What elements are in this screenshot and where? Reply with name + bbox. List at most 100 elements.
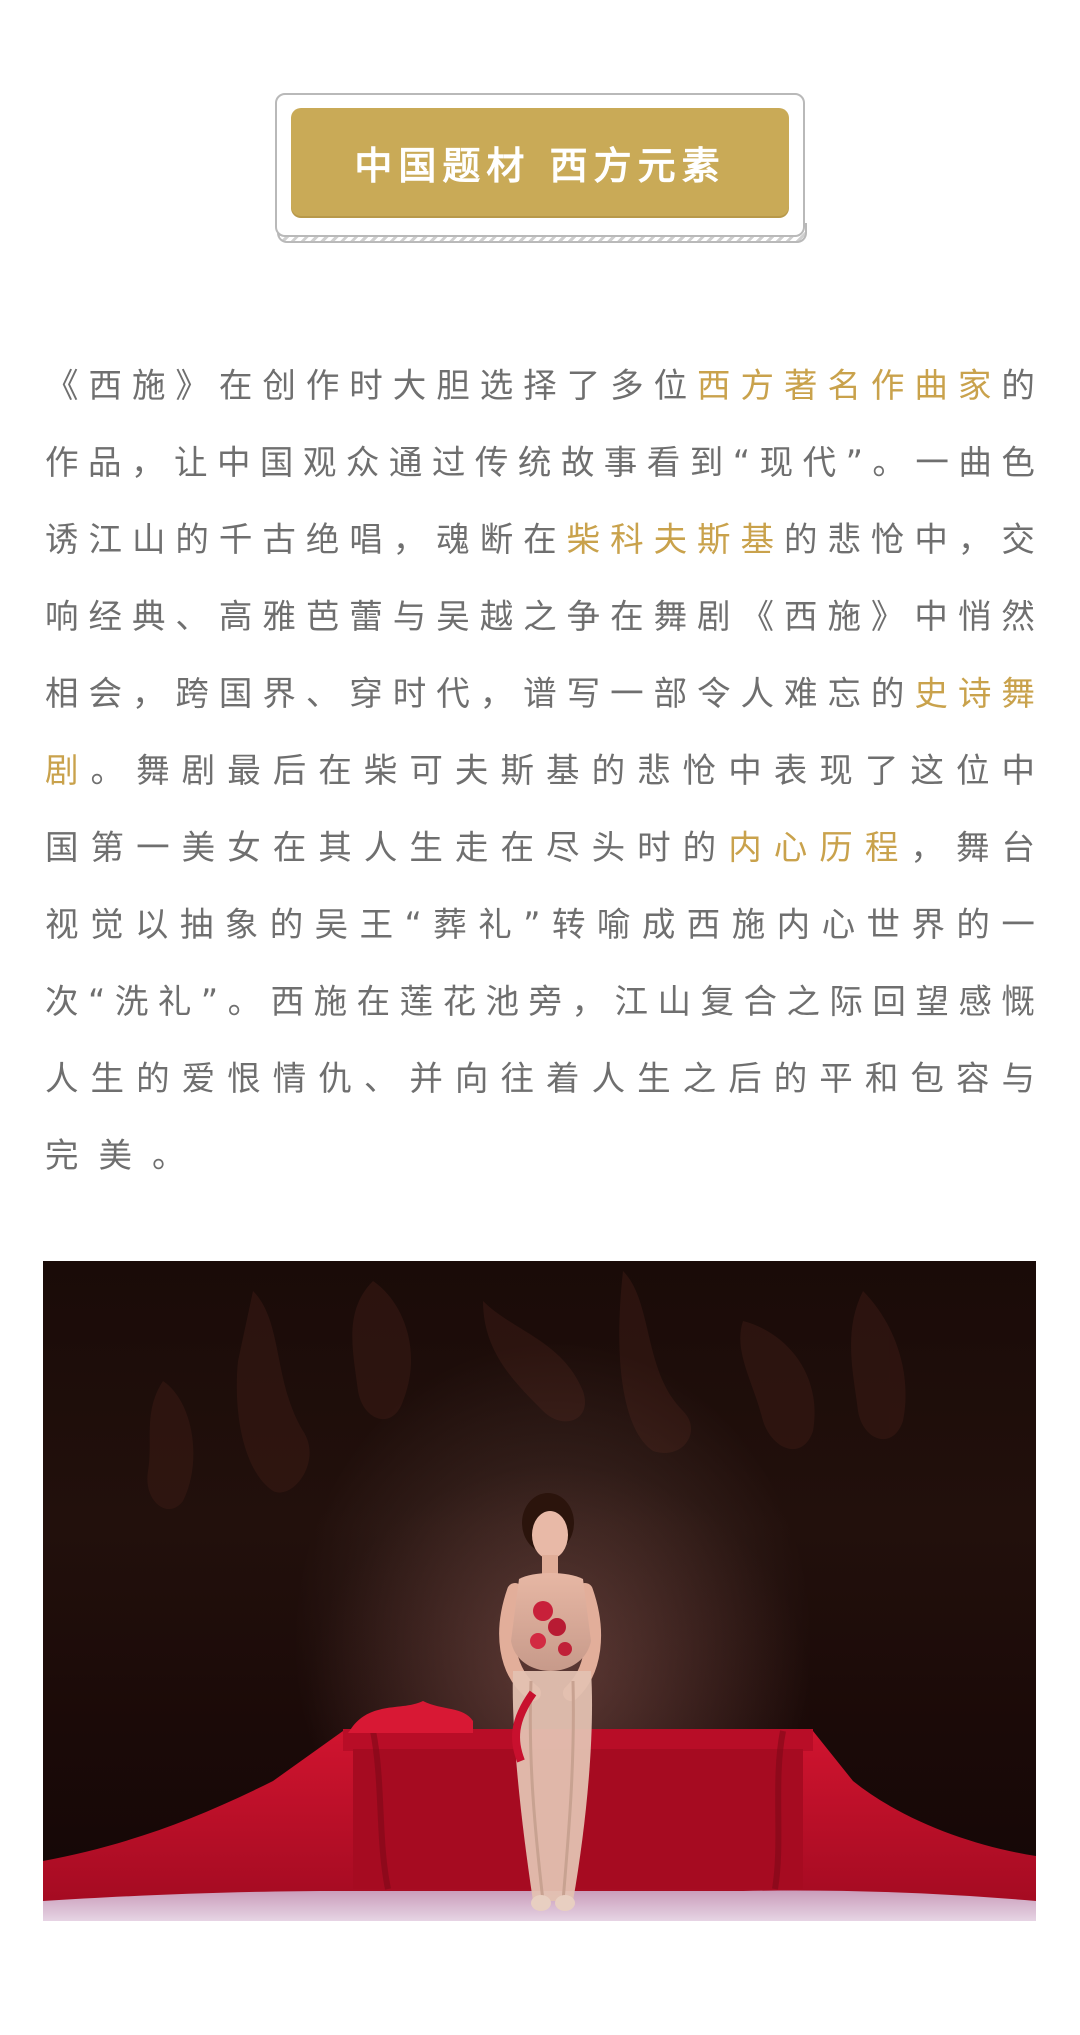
text-char: 让 (173, 443, 208, 482)
highlighted-text-char: 西 (697, 366, 731, 405)
text-char: 成 (641, 905, 676, 944)
text-char: 国 (259, 443, 294, 482)
text-char: 着 (546, 1059, 580, 1098)
text-char: 悲 (827, 520, 861, 559)
text-char: ， (571, 982, 606, 1021)
text-char: 人 (740, 674, 775, 713)
highlighted-text-char: 曲 (914, 366, 948, 405)
text-char: 舞 (653, 597, 688, 636)
text-char: 中 (216, 443, 251, 482)
text-char: 观 (302, 443, 337, 482)
text-char: 雅 (262, 597, 296, 636)
text-char: 、 (305, 674, 340, 713)
text-char: 交 (1001, 520, 1035, 559)
text-char: 争 (566, 597, 601, 636)
text-char: 、 (175, 597, 209, 636)
text-char: 响 (45, 597, 79, 636)
text-char: 之 (523, 597, 557, 636)
text-char: 了 (864, 751, 899, 790)
text-char: 《 (45, 366, 79, 405)
text-char: 复 (700, 982, 734, 1021)
text-char: 择 (523, 366, 557, 405)
text-char: “ (732, 443, 751, 482)
text-char: “ (87, 982, 106, 1021)
stage-photo-illustration (43, 1271, 1036, 1921)
text-char: 际 (829, 982, 863, 1021)
text-char: 》 (870, 597, 905, 636)
text-char: “ (404, 905, 422, 944)
text-char: 西 (88, 366, 122, 405)
text-char: 古 (262, 520, 296, 559)
text-char: 西 (270, 982, 305, 1021)
text-char: 时 (637, 828, 671, 867)
text-char: 施 (731, 905, 766, 944)
text-char: 一 (610, 674, 644, 713)
text-char: 事 (603, 443, 638, 482)
text-char: 写 (566, 674, 601, 713)
text-char: 令 (697, 674, 731, 713)
text-char: 后 (272, 751, 307, 790)
text-char: 在 (500, 828, 534, 867)
text-char: ， (130, 443, 165, 482)
text-char: 心 (821, 905, 856, 944)
text-char: 生 (90, 1059, 125, 1098)
paragraph-line: 作品，让中国观众通过传统故事看到“现代”。一曲色作品，让中国观众通过传统故事看到… (45, 424, 1035, 501)
text-char: 到 (689, 443, 724, 482)
text-char: 。 (872, 443, 906, 482)
text-char: 女 (227, 828, 261, 867)
text-char: 多 (610, 366, 644, 405)
text-char: 西 (686, 905, 721, 944)
paragraph-line: 人生的爱恨情仇、并向往着人生之后的平和包容与人生的爱恨情仇、并向往着人生之后的平… (45, 1040, 1035, 1117)
text-char: 在 (356, 982, 391, 1021)
text-char: 悲 (637, 751, 671, 790)
text-char: 望 (915, 982, 949, 1021)
highlighted-text-char: 夫 (653, 520, 688, 559)
highlighted-text-char: 内 (728, 828, 762, 867)
text-char: 千 (218, 520, 253, 559)
text-char: 代 (436, 674, 470, 713)
text-char: 象 (224, 905, 259, 944)
text-char: 生 (409, 828, 443, 867)
text-char: ， (479, 674, 514, 713)
text-char: 王 (359, 905, 394, 944)
text-char: 品 (87, 443, 122, 482)
highlighted-text-char: 剧 (45, 751, 79, 790)
text-char: 礼 (157, 982, 192, 1021)
text-char: 舞 (136, 751, 170, 790)
highlighted-text-char: 斯 (697, 520, 731, 559)
paragraph-line: 国第一美女在其人生走在尽头时的国第一美女在其人生走在尽头时的内心历程内心历程，舞… (45, 809, 1035, 886)
text-char: 视 (45, 905, 79, 944)
text-char: 并 (409, 1059, 443, 1098)
text-char: 一 (915, 443, 949, 482)
text-char: 穿 (349, 674, 383, 713)
text-char: 芭 (305, 597, 340, 636)
paragraph-line: 完美。完美。 (45, 1117, 1035, 1194)
text-char: 时 (392, 674, 427, 713)
text-char: 唱 (349, 520, 383, 559)
text-char: 洗 (114, 982, 149, 1021)
text-char: 会 (88, 674, 122, 713)
text-char: 吴 (436, 597, 470, 636)
text-char: 怆 (870, 520, 905, 559)
section-heading-badge: 中国题材 西方元素 (275, 93, 807, 250)
text-char: 时 (349, 366, 383, 405)
text-char: 回 (872, 982, 906, 1021)
text-char: 界 (911, 905, 945, 944)
highlighted-text-char: 方 (740, 366, 775, 405)
text-char: 恨 (227, 1059, 261, 1098)
text-char: 怆 (682, 751, 717, 790)
text-char: 江 (614, 982, 649, 1021)
text-char: ， (392, 520, 427, 559)
text-char: 走 (454, 828, 489, 867)
text-char: 可 (409, 751, 443, 790)
text-char: 现 (819, 751, 853, 790)
paragraph-line: 次“洗礼”。西施在莲花池旁，江山复合之际回望感慨次“洗礼”。西施在莲花池旁，江山… (45, 963, 1035, 1040)
text-char: 现 (759, 443, 794, 482)
highlighted-text-char: 历 (819, 828, 853, 867)
text-char: 的 (591, 751, 626, 790)
text-char: 施 (313, 982, 348, 1021)
text-char: 其 (318, 828, 352, 867)
text-char: 与 (1001, 1059, 1035, 1098)
text-char: ， (131, 674, 166, 713)
text-char: ， (910, 828, 944, 867)
